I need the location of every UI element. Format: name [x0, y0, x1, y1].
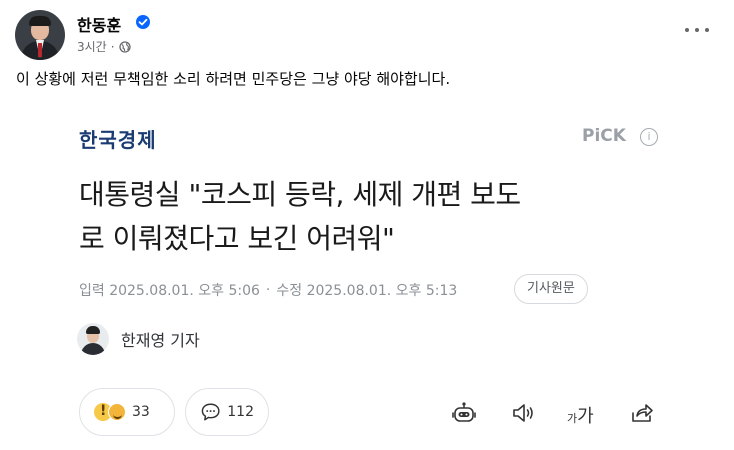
- speaker-icon: [513, 404, 533, 422]
- smile-emoji-icon: [108, 403, 126, 421]
- robot-summary-icon: [452, 402, 476, 422]
- pick-label: PiCK: [582, 126, 626, 146]
- globe-icon: [118, 40, 131, 53]
- author-name[interactable]: 한동훈: [77, 12, 121, 36]
- published-date: 입력 2025.08.01. 오후 5:06: [79, 283, 260, 299]
- share-icon: [632, 404, 653, 422]
- reactions-pill: 33: [79, 388, 175, 436]
- date-separator: ·: [265, 282, 271, 298]
- article-headline: 대통령실 "코스피 등락, 세제 개편 보도 로 이뤄졌다고 보긴 어려워": [79, 173, 669, 261]
- reporter-avatar: [77, 323, 109, 355]
- headline-line-1: 대통령실 "코스피 등락, 세제 개편 보도: [79, 178, 521, 211]
- reporter-name: 한재영 기자: [121, 331, 200, 350]
- comments-pill: 112: [185, 388, 269, 436]
- post-text: 이 상황에 저런 무책임한 소리 하려면 민주당은 그냥 야당 해야합니다.: [16, 70, 451, 88]
- text-size-button: 가가: [567, 402, 594, 428]
- post-meta: 3시간 ·: [77, 38, 131, 55]
- article-toolbar: 33 112 가가: [79, 388, 669, 438]
- modified-date: 수정 2025.08.01. 오후 5:13: [276, 283, 458, 299]
- original-article-button: 기사원문: [514, 274, 588, 304]
- comments-count: 112: [227, 404, 254, 420]
- avatar-hair: [29, 16, 51, 26]
- verified-badge-icon: [136, 15, 150, 29]
- comment-bubble-icon: [201, 403, 220, 421]
- post-header: 한동훈 3시간 ·: [15, 10, 719, 60]
- article-dates: 입력 2025.08.01. 오후 5:06 · 수정 2025.08.01. …: [79, 280, 457, 300]
- author-avatar[interactable]: [15, 10, 65, 60]
- reporter-hair: [86, 326, 100, 334]
- news-brand-logo: 한국경제: [79, 128, 157, 152]
- text-size-small: 가: [567, 412, 578, 425]
- post-time[interactable]: 3시간: [77, 38, 107, 55]
- meta-separator: ·: [110, 39, 115, 54]
- text-size-big: 가: [577, 406, 594, 427]
- info-icon: i: [640, 128, 658, 146]
- headline-line-2: 로 이뤄졌다고 보긴 어려워": [79, 222, 395, 255]
- reporter-body: [81, 343, 105, 355]
- reporter: 한재영 기자: [77, 323, 200, 355]
- more-dot: [705, 28, 709, 32]
- more-options-button[interactable]: [685, 20, 709, 40]
- more-dot: [685, 28, 689, 32]
- avatar-tie: [38, 43, 42, 57]
- more-dot: [695, 28, 699, 32]
- reactions-count: 33: [132, 404, 150, 420]
